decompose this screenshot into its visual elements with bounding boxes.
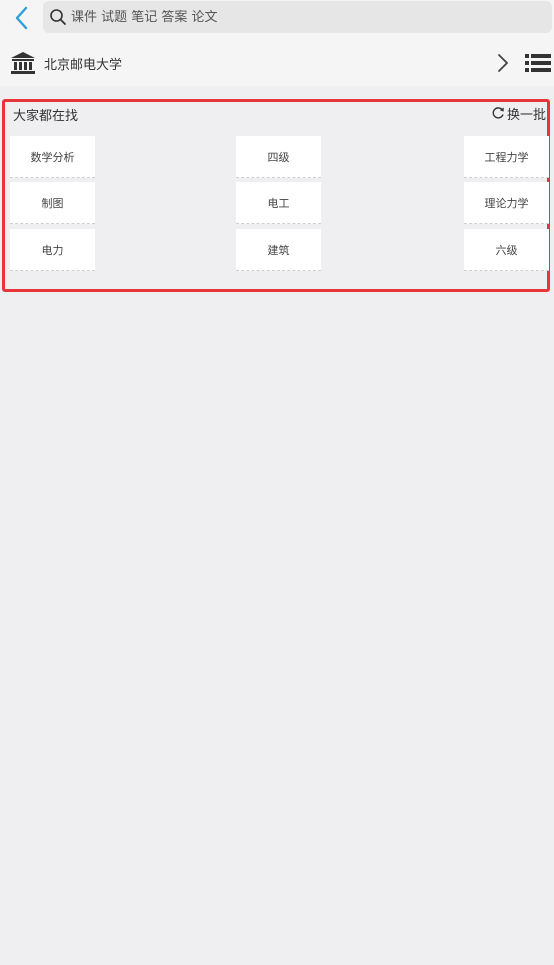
- school-bar[interactable]: 北京邮电大学: [0, 40, 554, 86]
- tag-item[interactable]: 建筑: [236, 229, 321, 271]
- chevron-right-icon[interactable]: [494, 53, 512, 73]
- back-arrow-icon: [15, 6, 28, 30]
- tag-item[interactable]: 数学分析: [10, 136, 95, 178]
- tag-item[interactable]: 电工: [236, 182, 321, 224]
- back-button[interactable]: [8, 4, 36, 32]
- tag-item[interactable]: 理论力学: [464, 182, 549, 224]
- top-bar: [0, 0, 554, 40]
- hot-search-panel: 大家都在找 换一批 数学分析 四级 工程力学 制图 电工 理论力学 电力 建筑 …: [2, 99, 550, 292]
- tag-item[interactable]: 电力: [10, 229, 95, 271]
- tag-item[interactable]: 工程力学: [464, 136, 549, 178]
- refresh-label: 换一批: [506, 107, 546, 123]
- search-input[interactable]: [71, 9, 511, 25]
- list-icon[interactable]: [525, 53, 551, 73]
- tag-item[interactable]: 六级: [464, 229, 549, 271]
- tag-item[interactable]: 制图: [10, 182, 95, 224]
- search-icon: [49, 8, 67, 26]
- refresh-icon: [491, 106, 505, 120]
- search-box[interactable]: [43, 1, 552, 33]
- school-name: 北京邮电大学: [44, 58, 123, 73]
- tag-item[interactable]: 四级: [236, 136, 321, 178]
- hot-search-title: 大家都在找: [13, 109, 79, 124]
- school-building-icon: [10, 51, 36, 75]
- refresh-button[interactable]: 换一批: [491, 104, 546, 123]
